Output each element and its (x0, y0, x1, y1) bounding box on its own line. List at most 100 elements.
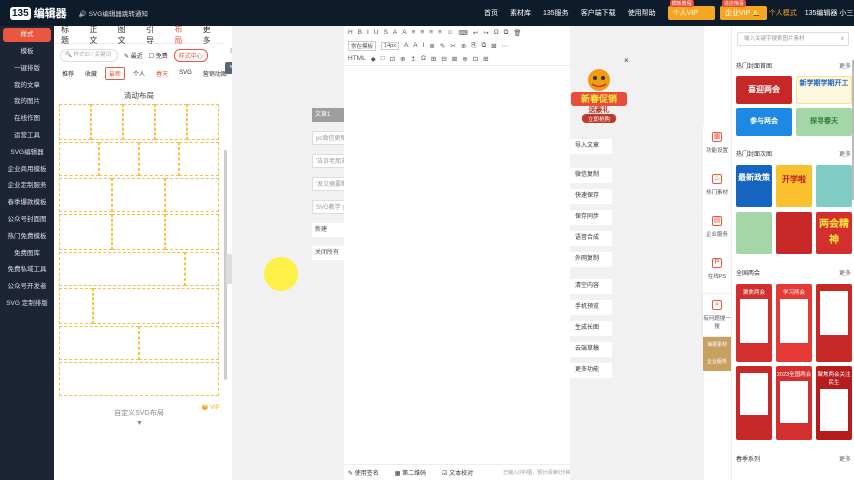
nav-materials[interactable]: 素材库 (510, 8, 531, 18)
article-item-4[interactable]: '发文摘要默认 (312, 177, 346, 191)
redo-icon[interactable]: ↪ (483, 29, 488, 37)
search-icon[interactable]: ⌕ (841, 33, 844, 45)
delete-cell-icon[interactable]: ⊠ (452, 55, 457, 63)
sidebar-item-spring[interactable]: 春季爆款模板 (0, 195, 54, 212)
cover-thumb[interactable]: 探寻春天 (796, 108, 852, 136)
mobile-preview-button[interactable]: 手机预览 (570, 300, 612, 315)
sidebar-item-free[interactable]: 热门免费模板 (0, 229, 54, 246)
trash-icon[interactable]: 🗑 (513, 29, 521, 37)
insert-icon[interactable]: ⊕ (461, 42, 466, 50)
bg-color-icon[interactable]: A (402, 29, 406, 36)
cover-thumb[interactable]: 两会精神 (816, 212, 852, 254)
personal-mode[interactable]: 个人模式 (769, 8, 797, 18)
underline-icon[interactable]: U (374, 29, 379, 36)
sidebar-item-dev[interactable]: 公众号开发者 (0, 279, 54, 296)
personal-vip-button[interactable]: 模板教程 个人VIP (667, 0, 715, 20)
font-down-icon[interactable]: A (413, 42, 417, 49)
nav-help[interactable]: 使用帮助 (628, 8, 656, 18)
nav-service[interactable]: 135服务 (543, 8, 569, 18)
clear-content-button[interactable]: 清空内容 (570, 279, 612, 294)
filter-recommend[interactable]: 推荐 (59, 68, 77, 79)
sidebar-item-articles[interactable]: 我的文章 (0, 78, 54, 95)
align-right-icon[interactable]: ≡ (429, 29, 433, 36)
settings-tool[interactable]: ▦ 功能设置 (703, 126, 731, 168)
emoji-icon[interactable]: ☺ (447, 29, 454, 36)
filter-newest[interactable]: 最新 (105, 66, 126, 80)
cloud-draft-button[interactable]: 云端草稿 (570, 342, 612, 357)
tts-button[interactable]: 语音合成 (570, 231, 612, 246)
tab-body[interactable]: 正文 (89, 24, 103, 46)
table-icon[interactable]: ⊞ (431, 55, 436, 63)
cover-thumb[interactable]: 参与两会 (736, 108, 792, 136)
tab-title[interactable]: 标题 (61, 24, 75, 46)
special-char-icon[interactable]: Ω (494, 29, 499, 36)
box-icon[interactable]: □ (381, 55, 385, 62)
long-image-button[interactable]: 生成长图 (570, 321, 612, 336)
split-icon[interactable]: ⊟ (441, 55, 446, 63)
close-icon[interactable]: × (624, 56, 629, 65)
heading-icon[interactable]: H (348, 29, 353, 36)
sidebar-item-onekey[interactable]: 一键排版 (0, 61, 54, 78)
enterprise-service-card[interactable]: 企业服务 (703, 354, 731, 371)
save-sync-button[interactable]: 保存同步 (570, 210, 612, 225)
poster-thumb[interactable]: 聚焦两会关注民生 (816, 366, 852, 440)
justify-icon[interactable]: ≡ (438, 29, 442, 36)
cover-thumb[interactable] (816, 165, 852, 207)
tab-more[interactable]: 更多 (203, 24, 217, 46)
bold-icon[interactable]: B (358, 29, 362, 36)
align-center-icon[interactable]: ≡ (420, 29, 424, 36)
filter-svg[interactable]: SVG (176, 69, 195, 77)
frame-icon[interactable]: ⊡ (390, 55, 395, 63)
external-copy-button[interactable]: 外网复制 (570, 252, 612, 267)
style-search-input[interactable]: 🔍 样式ID / 关键词 (60, 48, 118, 62)
undo-icon[interactable]: ↩ (473, 29, 478, 37)
poster-thumb[interactable]: 2023全国两会 (776, 366, 812, 440)
quick-save-button[interactable]: 快速保存 (570, 189, 612, 204)
more-link[interactable]: 更多 (839, 268, 851, 277)
nav-home[interactable]: 首页 (484, 8, 498, 18)
poster-thumb[interactable] (816, 284, 852, 362)
sidebar-item-business[interactable]: 企业商用模板 (0, 162, 54, 179)
sidebar-item-template[interactable]: 模板 (0, 44, 54, 61)
bell-icon[interactable]: 🔔 (752, 9, 761, 17)
filter-fav[interactable]: 收藏 (82, 68, 100, 79)
cover-thumb[interactable] (776, 212, 812, 254)
filter-personal[interactable]: 个人 (130, 68, 148, 79)
italic-icon[interactable]: I (367, 29, 369, 36)
keyboard-icon[interactable]: ⌨ (458, 29, 467, 37)
strike-icon[interactable]: S (384, 29, 388, 36)
sidebar-item-gallery[interactable]: 免费图库 (0, 246, 54, 263)
import-article-button[interactable]: 导入文章 (570, 139, 612, 154)
article-item-1[interactable]: 文章1 (312, 108, 346, 122)
add-icon[interactable]: ⊕ (400, 55, 405, 63)
poster-thumb[interactable]: 学习两会 (776, 284, 812, 362)
more-icon[interactable]: ⋯ (502, 42, 509, 50)
filter-spring[interactable]: 春天 (153, 68, 171, 79)
cover-thumb[interactable] (736, 212, 772, 254)
chevron-down-icon[interactable]: ▼ (136, 420, 143, 427)
enterprise-tool[interactable]: ▤ 企业服务 (703, 210, 731, 252)
scissors-icon[interactable]: ✂ (450, 42, 455, 50)
duplicate-icon[interactable]: ⧉ (481, 42, 486, 50)
hot-material-tool[interactable]: ♨ 热门素材 (703, 168, 731, 210)
diamond-icon[interactable]: ◆ (371, 55, 376, 63)
sidebar-item-svgcustom[interactable]: SVG 定制排版 (0, 296, 54, 313)
sidebar-item-svg[interactable]: SVG编辑器 (0, 145, 54, 162)
sidebar-item-style[interactable]: 样式 (3, 28, 51, 42)
promo-banner[interactable]: 新春促销 送豪礼 立即抢购 (570, 66, 628, 124)
poster-material-card[interactable]: 海报素材 (703, 337, 731, 354)
wechat-copy-button[interactable]: 微信复制 (570, 168, 612, 183)
qrcode-button[interactable]: ▦ 第二维码 (395, 468, 434, 477)
more-functions-button[interactable]: 更多功能 (570, 363, 612, 378)
close-all-button[interactable]: 关闭所有 (312, 246, 346, 260)
article-item-5[interactable]: SVG教学 | (312, 200, 346, 214)
font-size-select[interactable]: 14px (381, 41, 399, 50)
omega-icon[interactable]: Ω (421, 55, 426, 62)
sidebar-item-images[interactable]: 我的图片 (0, 94, 54, 111)
proofread-button[interactable]: ☑ 文本校对 (442, 468, 481, 477)
sidebar-item-ops[interactable]: 运营工具 (0, 128, 54, 145)
nav-download[interactable]: 客户端下载 (581, 8, 616, 18)
upload-icon[interactable]: ↥ (411, 55, 416, 63)
online-ps-tool[interactable]: P 在线PS (703, 252, 731, 294)
tab-guide[interactable]: 引导 (146, 24, 160, 46)
